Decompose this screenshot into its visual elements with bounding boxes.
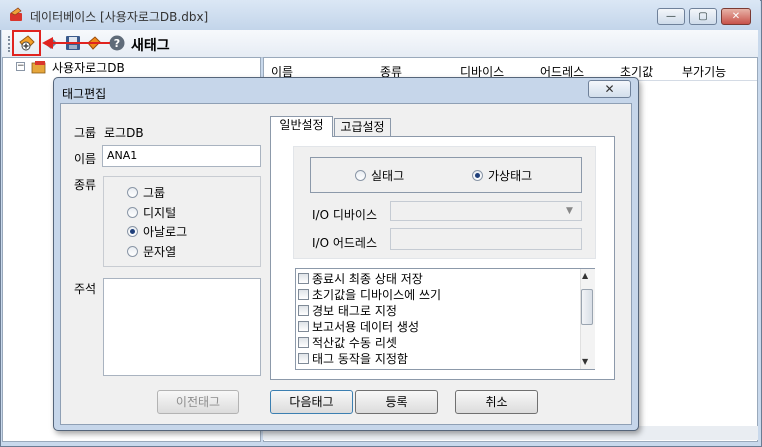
database-folder-icon (31, 61, 46, 74)
annotation-arrow-head (42, 37, 53, 49)
group-value: 로그DB (104, 126, 144, 140)
minimize-button[interactable]: — (657, 8, 685, 25)
io-address-label: I/O 어드레스 (312, 236, 378, 250)
column-header-extra[interactable]: 부가기능 (682, 63, 726, 80)
option-checkbox-manual-reset[interactable] (298, 337, 309, 348)
register-button[interactable]: 등록 (355, 390, 438, 414)
kind-radio-analog[interactable] (127, 226, 138, 237)
kind-radio-digital[interactable] (127, 207, 138, 218)
name-label: 이름 (74, 152, 97, 166)
tag-type-label-virtual[interactable]: 가상태그 (488, 167, 532, 184)
tree-item-root[interactable]: 사용자로그DB (52, 59, 125, 76)
tab-advanced[interactable]: 고급설정 (334, 118, 391, 137)
dialog-close-button[interactable]: ✕ (588, 80, 631, 98)
kind-radio-string[interactable] (127, 246, 138, 257)
chevron-down-icon[interactable]: ▼ (566, 206, 573, 216)
kind-label-group[interactable]: 그룹 (143, 184, 165, 201)
option-label-tag-action[interactable]: 태그 동작을 지정함 (312, 350, 408, 367)
scroll-down-icon[interactable]: ▼ (582, 357, 588, 366)
tab-general[interactable]: 일반설정 (270, 116, 333, 137)
scroll-thumb[interactable] (581, 289, 593, 325)
tree-expander[interactable]: − (16, 62, 25, 71)
kind-label-analog[interactable]: 아날로그 (143, 223, 187, 240)
maximize-button[interactable]: ▢ (689, 8, 717, 25)
kind-label: 종류 (74, 178, 97, 192)
memo-textarea[interactable] (103, 278, 261, 376)
io-address-input[interactable] (390, 228, 582, 250)
maximize-icon: ▢ (698, 11, 708, 22)
kind-label-string[interactable]: 문자열 (143, 243, 176, 260)
name-input[interactable]: ANA1 (102, 145, 261, 167)
dialog-title: 태그편집 (62, 87, 107, 101)
annotation-arrow-line (52, 42, 110, 44)
option-checkbox-alarm-tag[interactable] (298, 305, 309, 316)
prev-tag-button[interactable]: 이전태그 (157, 390, 239, 414)
close-button[interactable]: ✕ (721, 8, 751, 25)
tag-type-radio-group (310, 157, 582, 193)
close-icon: ✕ (731, 11, 741, 22)
tag-type-radio-real[interactable] (355, 170, 366, 181)
io-device-label: I/O 디바이스 (312, 208, 378, 222)
database-app-icon (10, 7, 22, 21)
tag-type-radio-virtual[interactable] (472, 170, 483, 181)
next-tag-button[interactable]: 다음태그 (270, 390, 353, 414)
kind-radio-group-option[interactable] (127, 187, 138, 198)
option-label-save-last-state[interactable]: 종료시 최종 상태 저장 (312, 270, 423, 287)
option-checkbox-save-last-state[interactable] (298, 273, 309, 284)
help-icon[interactable]: ? (108, 34, 126, 52)
window-title: 데이터베이스 [사용자로그DB.dbx] (30, 10, 209, 24)
option-checkbox-report-data[interactable] (298, 321, 309, 332)
new-tag-highlight (12, 30, 41, 56)
option-label-manual-reset[interactable]: 적산값 수동 리셋 (312, 334, 397, 351)
io-device-select[interactable] (390, 201, 582, 221)
svg-text:?: ? (114, 37, 120, 50)
option-label-write-initial[interactable]: 초기값을 디바이스에 쓰기 (312, 286, 441, 303)
memo-label: 주석 (74, 282, 97, 296)
option-checkbox-tag-action[interactable] (298, 353, 309, 364)
option-label-alarm-tag[interactable]: 경보 태그로 지정 (312, 302, 397, 319)
cancel-button[interactable]: 취소 (455, 390, 538, 414)
group-label: 그룹 (74, 126, 97, 140)
kind-label-digital[interactable]: 디지털 (143, 204, 176, 221)
tag-type-label-real[interactable]: 실태그 (371, 167, 404, 184)
new-tag-annotation: 새태그 (131, 38, 170, 54)
option-checkbox-write-initial[interactable] (298, 289, 309, 300)
minimize-icon: — (666, 11, 676, 22)
scroll-up-icon[interactable]: ▲ (582, 271, 588, 280)
close-icon: ✕ (604, 82, 615, 96)
option-label-report-data[interactable]: 보고서용 데이터 생성 (312, 318, 419, 335)
